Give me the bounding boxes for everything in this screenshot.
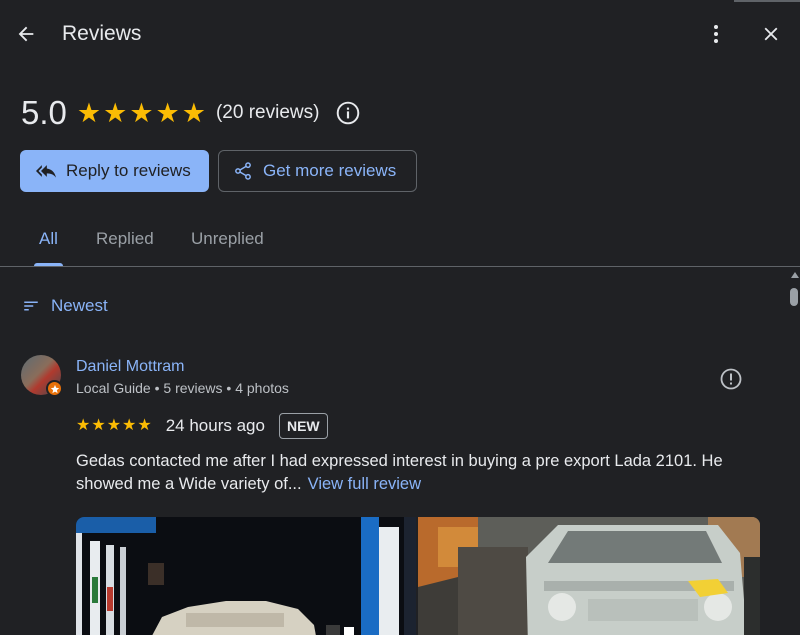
star-icon: ★: [137, 417, 152, 434]
active-tab-indicator: [34, 263, 63, 266]
local-guide-badge-icon: [46, 380, 63, 397]
close-icon: [764, 27, 778, 41]
review-rating-row: ★ ★ ★ ★ ★ 24 hours ago NEW: [76, 412, 328, 440]
scroll-up-arrow-icon[interactable]: [791, 272, 799, 278]
reply-all-icon: [36, 165, 56, 178]
star-icon: ★: [106, 417, 122, 434]
sort-label: Newest: [51, 296, 108, 315]
review-photo[interactable]: [418, 517, 760, 635]
new-badge: NEW: [278, 413, 328, 439]
back-button[interactable]: [10, 18, 42, 50]
average-rating: 5.0: [21, 94, 67, 131]
reviewer-name[interactable]: Daniel Mottram: [76, 358, 184, 376]
get-more-reviews-label: Get more reviews: [263, 161, 397, 180]
tab-replied[interactable]: Replied: [96, 229, 154, 249]
more-options-button[interactable]: [700, 18, 732, 50]
view-full-review-link[interactable]: View full review: [308, 475, 421, 493]
get-more-reviews-button[interactable]: Get more reviews: [218, 150, 417, 192]
rating-stars: ★ ★ ★ ★ ★: [76, 97, 206, 128]
review-count: (20 reviews): [215, 102, 320, 123]
scroll-thumb[interactable]: [790, 288, 798, 306]
review-photo[interactable]: [76, 517, 416, 635]
sort-icon: [24, 301, 38, 311]
app-bar: Reviews: [0, 0, 800, 68]
report-icon[interactable]: [718, 366, 744, 392]
star-icon: ★: [129, 97, 154, 128]
star-icon: ★: [155, 97, 180, 128]
tab-unreplied[interactable]: Unreplied: [191, 229, 264, 249]
reviewer-meta: Local Guide • 5 reviews • 4 photos: [76, 380, 289, 396]
info-icon[interactable]: [335, 100, 361, 126]
review-text: Gedas contacted me after I had expressed…: [76, 450, 756, 496]
rating-summary: 5.0 ★ ★ ★ ★ ★ (20 reviews): [21, 93, 361, 133]
star-icon: ★: [76, 97, 102, 128]
star-icon: ★: [181, 97, 206, 128]
page-title: Reviews: [62, 22, 142, 45]
reply-to-reviews-button[interactable]: Reply to reviews: [20, 150, 209, 192]
star-icon: ★: [76, 417, 91, 434]
more-vert-icon: [714, 25, 718, 43]
star-icon: ★: [103, 97, 128, 128]
star-icon: ★: [91, 417, 106, 434]
review-stars: ★ ★ ★ ★ ★: [76, 418, 152, 434]
avatar[interactable]: [21, 355, 63, 397]
tab-all[interactable]: All: [39, 229, 58, 249]
close-button[interactable]: [755, 18, 787, 50]
review-photos: [76, 517, 760, 635]
share-icon: [235, 162, 251, 180]
sort-button[interactable]: Newest: [22, 296, 108, 316]
review-filter-tabs: All Replied Unreplied: [0, 215, 800, 267]
arrow-left-icon: [18, 26, 34, 42]
review-time: 24 hours ago: [165, 416, 265, 435]
reply-to-reviews-label: Reply to reviews: [66, 161, 191, 180]
star-icon: ★: [122, 417, 137, 434]
scrollbar[interactable]: [788, 268, 800, 635]
